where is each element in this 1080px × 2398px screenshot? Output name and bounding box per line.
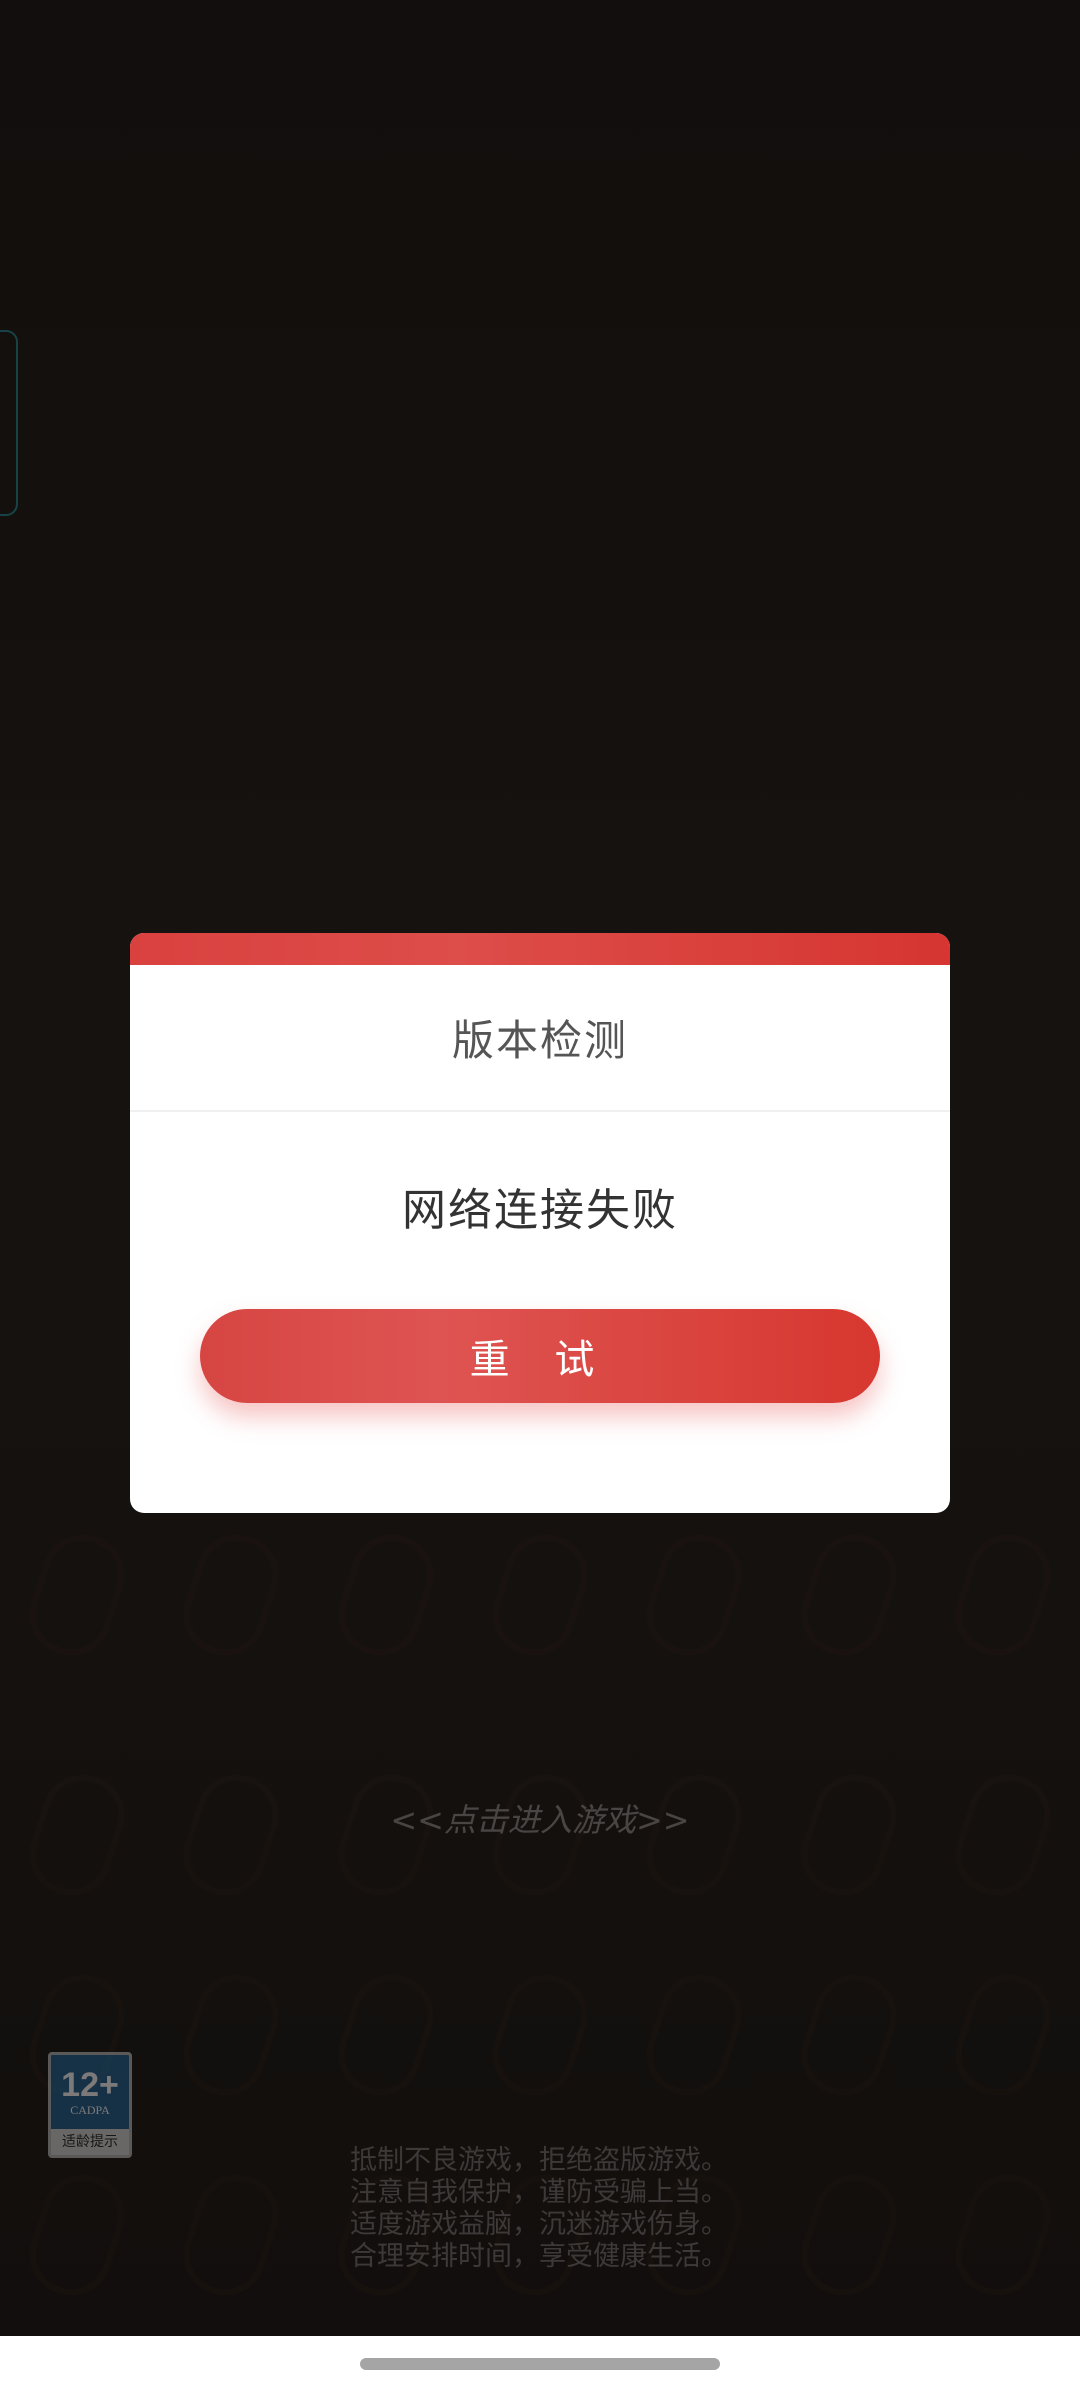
dialog-message: 网络连接失败 [402, 1185, 678, 1236]
retry-button[interactable]: 重 试 [200, 1309, 880, 1403]
dialog-header-bar [130, 933, 950, 965]
system-navigation-bar [0, 2336, 1080, 2398]
game-launch-screen: <<点击进入游戏>> 12+ CADPA 适龄提示 抵制不良游戏，拒绝盗版游戏。… [0, 0, 1080, 2398]
version-check-dialog: 版本检测 网络连接失败 重 试 [130, 933, 950, 1513]
dialog-title: 版本检测 [130, 965, 950, 1112]
home-indicator[interactable] [360, 2358, 720, 2370]
